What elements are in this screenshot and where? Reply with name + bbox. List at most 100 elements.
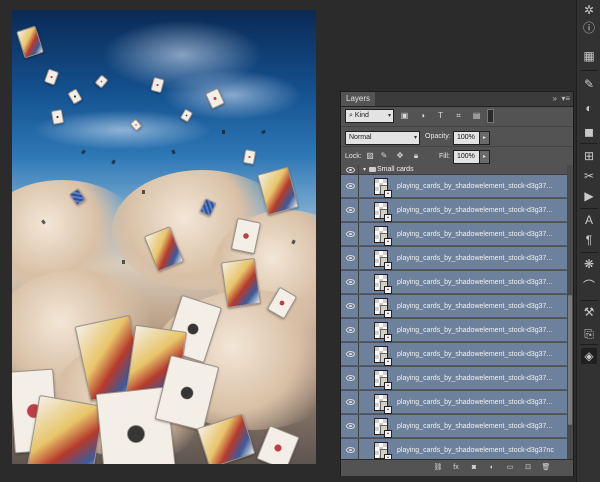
play-icon[interactable]: ▶ — [581, 188, 597, 204]
swatches-icon[interactable]: ▦ — [581, 48, 597, 64]
playing-card — [43, 68, 60, 86]
layer-row[interactable]: ▪ playing_cards_by_shadowelement_stock-d3… — [341, 415, 567, 438]
blend-mode-select[interactable]: Normal ▾ — [345, 131, 420, 145]
layer-row[interactable]: ▪ playing_cards_by_shadowelement_stock-d3… — [341, 247, 567, 270]
layers-panel-footer: ⛓ fx ◙ ◐ ▭ ⊡ 🗑︎ — [341, 459, 573, 476]
layer-row[interactable]: ▪ playing_cards_by_shadowelement_stock-d3… — [341, 223, 567, 246]
visibility-eye-icon[interactable] — [346, 423, 355, 429]
layer-row[interactable]: ▪ playing_cards_by_shadowelement_stock-d3… — [341, 439, 567, 459]
folder-icon[interactable]: ▭ — [505, 463, 515, 473]
layer-name: playing_cards_by_shadowelement_stock-d3g… — [397, 183, 553, 190]
lock-all-icon[interactable]: 🔒︎ — [411, 151, 421, 161]
trash-icon[interactable]: 🗑︎ — [541, 463, 551, 473]
layer-name: playing_cards_by_shadowelement_stock-d3g… — [397, 279, 553, 286]
layer-row[interactable]: ▪ playing_cards_by_shadowelement_stock-d3… — [341, 199, 567, 222]
paths-icon[interactable]: ⌒ — [581, 278, 597, 294]
chevron-down-icon[interactable]: ▾ — [363, 166, 366, 174]
lock-position-icon[interactable]: ✥ — [395, 151, 405, 161]
tools-icon[interactable]: ✂ — [581, 168, 597, 184]
link-icon[interactable]: ⛓ — [433, 463, 443, 473]
panel-tab-bar: Layers » ▾≡ — [341, 92, 573, 107]
layer-row[interactable]: ▪ playing_cards_by_shadowelement_stock-d3… — [341, 319, 567, 342]
playing-card — [94, 74, 109, 89]
lock-pixels-icon[interactable]: ✎ — [379, 151, 389, 161]
panel-menu-icon[interactable]: ▾≡ — [561, 92, 570, 106]
layer-row[interactable]: ▪ playing_cards_by_shadowelement_stock-d3… — [341, 343, 567, 366]
visibility-eye-icon[interactable] — [346, 327, 355, 333]
visibility-eye-icon[interactable] — [346, 207, 355, 213]
filter-toggle[interactable] — [487, 109, 494, 123]
visibility-eye-icon[interactable] — [346, 279, 355, 285]
clone-icon[interactable]: ⎘ — [581, 326, 597, 342]
smart-object-badge-icon: ▪ — [384, 430, 392, 438]
visibility-eye-icon[interactable] — [346, 375, 355, 381]
fill-label: Fill: — [439, 153, 450, 160]
info-icon[interactable]: ⓘ — [581, 20, 597, 36]
smart-object-badge-icon: ▪ — [384, 334, 392, 342]
opacity-input[interactable]: 100% — [453, 131, 480, 145]
layers-icon[interactable]: ◈ — [581, 348, 597, 364]
styles-icon[interactable]: ⊞ — [581, 148, 597, 164]
smart-object-badge-icon: ▪ — [384, 214, 392, 222]
collapse-icon[interactable]: » — [553, 92, 557, 106]
visibility-eye-icon[interactable] — [346, 167, 355, 173]
layers-scrollbar[interactable] — [567, 165, 573, 459]
properties-icon[interactable]: ⚒ — [581, 304, 597, 320]
paragraph-icon[interactable]: A — [581, 212, 597, 228]
smart-object-badge-icon: ▪ — [384, 190, 392, 198]
brush-preset-icon[interactable]: ✎ — [581, 76, 597, 92]
layer-row[interactable]: ▪ playing_cards_by_shadowelement_stock-d3… — [341, 271, 567, 294]
lock-transparency-icon[interactable]: ▨ — [365, 151, 375, 161]
adjustments-icon[interactable]: ◐ — [581, 100, 597, 116]
scrollbar-thumb[interactable] — [568, 295, 572, 425]
layer-row[interactable]: ▪ playing_cards_by_shadowelement_stock-d3… — [341, 295, 567, 318]
layer-name: playing_cards_by_shadowelement_stock-d3g… — [397, 255, 553, 262]
adjustment-filter-icon[interactable]: ◑ — [417, 110, 428, 121]
layer-name: playing_cards_by_shadowelement_stock-d3g… — [397, 375, 553, 382]
visibility-eye-icon[interactable] — [346, 255, 355, 261]
adjustment-layer-icon[interactable]: ◐ — [487, 463, 497, 473]
pixel-filter-icon[interactable]: ▣ — [399, 110, 410, 121]
tab-layers[interactable]: Layers — [341, 92, 376, 106]
card-speck — [81, 149, 86, 155]
blend-mode-value: Normal — [349, 134, 372, 141]
smart-object-badge-icon: ▪ — [384, 238, 392, 246]
fx-icon[interactable]: fx — [451, 463, 461, 473]
shape-filter-icon[interactable]: ⌗ — [453, 110, 464, 121]
visibility-eye-icon[interactable] — [346, 183, 355, 189]
document-canvas[interactable] — [12, 10, 316, 464]
playing-card — [220, 257, 262, 309]
playing-card — [67, 88, 83, 105]
visibility-eye-icon[interactable] — [346, 447, 355, 453]
opacity-dropdown-button[interactable]: ▸ — [479, 131, 490, 145]
channels-icon[interactable]: ❋ — [581, 256, 597, 272]
playing-card — [25, 394, 105, 464]
visibility-eye-icon[interactable] — [346, 399, 355, 405]
color-icon[interactable]: ◼ — [581, 124, 597, 140]
layer-name: playing_cards_by_shadowelement_stock-d3g… — [397, 231, 553, 238]
layer-group-row[interactable]: ▾ Small cards — [341, 165, 567, 175]
visibility-eye-icon[interactable] — [346, 231, 355, 237]
blend-row: Normal ▾ Opacity: 100% ▸ — [341, 126, 573, 147]
visibility-eye-icon[interactable] — [346, 303, 355, 309]
filter-kind-select[interactable]: ⌕ Kind ▾ — [345, 109, 394, 123]
notes-icon[interactable]: ¶ — [581, 232, 597, 248]
layer-row[interactable]: ▪ playing_cards_by_shadowelement_stock-d3… — [341, 175, 567, 198]
fill-input[interactable]: 100% — [453, 150, 480, 164]
new-layer-icon[interactable]: ⊡ — [523, 463, 533, 473]
layer-row[interactable]: ▪ playing_cards_by_shadowelement_stock-d3… — [341, 391, 567, 414]
card-speck — [261, 129, 266, 135]
fill-dropdown-button[interactable]: ▸ — [479, 150, 490, 164]
playing-card — [16, 25, 44, 59]
card-speck — [222, 130, 225, 134]
smart-object-filter-icon[interactable]: ▤ — [471, 110, 482, 121]
visibility-eye-icon[interactable] — [346, 351, 355, 357]
layer-row[interactable]: ▪ playing_cards_by_shadowelement_stock-d3… — [341, 367, 567, 390]
settings-icon[interactable]: ✲ — [581, 2, 597, 18]
card-speck — [171, 149, 176, 155]
card-speck — [111, 159, 116, 165]
layer-name: playing_cards_by_shadowelement_stock-d3g… — [397, 447, 554, 454]
mask-icon[interactable]: ◙ — [469, 463, 479, 473]
smart-object-badge-icon: ▪ — [384, 262, 392, 270]
type-filter-icon[interactable]: T — [435, 110, 446, 121]
